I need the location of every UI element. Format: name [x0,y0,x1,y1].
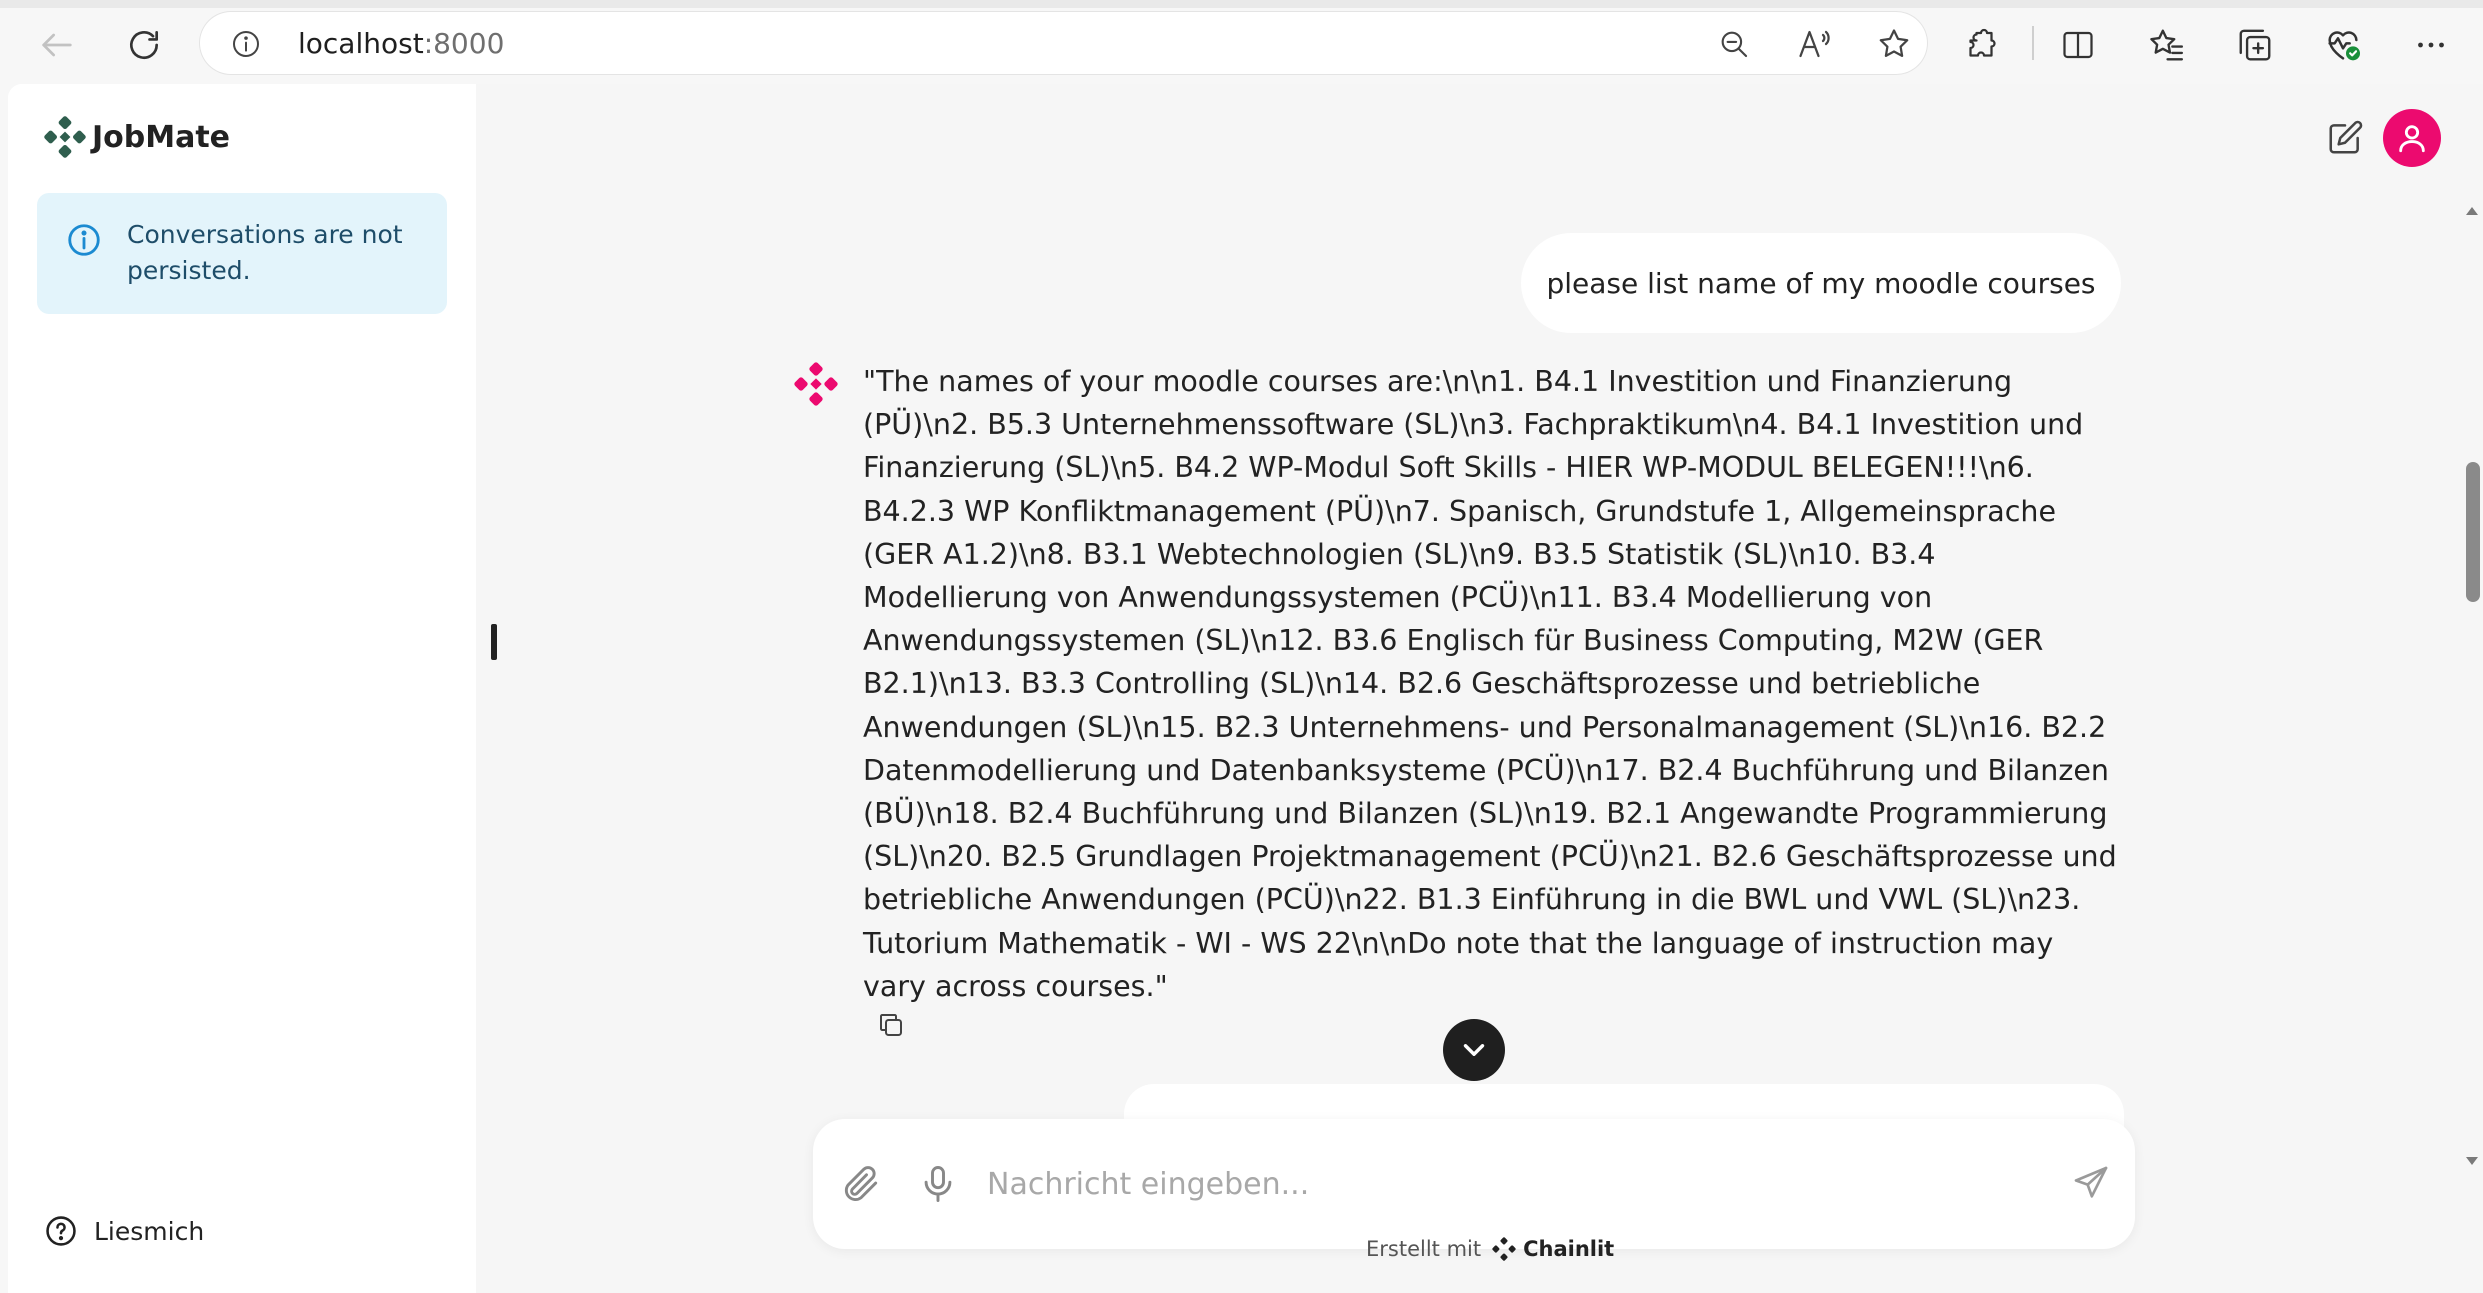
message-composer [813,1119,2135,1249]
notice-text: Conversations are not persisted. [127,220,403,285]
vertical-scrollbar[interactable] [2462,204,2482,1174]
reload-button[interactable] [121,22,167,68]
collections-button[interactable] [2232,22,2278,68]
user-icon [2399,125,2425,153]
copy-icon [880,1014,902,1036]
url-port: :8000 [423,27,505,60]
app-logo[interactable]: JobMate [42,114,230,160]
app-name: JobMate [92,119,231,155]
tab-strip [0,0,2483,8]
chevron-down-icon [1463,1044,1485,1056]
user-message: please list name of my moodle courses [1521,233,2121,333]
extensions-button[interactable] [1958,22,2004,68]
chat-area: please list name of my moodle courses "T… [476,84,2483,1293]
copy-button[interactable] [874,1008,908,1042]
footer: Erstellt mit Chainlit [1366,1236,1614,1262]
footer-prefix: Erstellt mit [1366,1237,1482,1261]
edit-icon [2329,120,2363,154]
favorites-icon [2150,29,2184,61]
info-icon [65,221,103,263]
scroll-down-arrow-icon [2466,1157,2478,1165]
help-icon [46,1216,76,1246]
jobmate-logo-icon [44,116,86,158]
star-icon[interactable] [1876,26,1912,62]
favorites-button[interactable] [2143,22,2189,68]
puzzle-icon [1969,28,1996,57]
message-input[interactable] [985,1159,1989,1209]
back-button[interactable] [34,22,80,68]
reload-icon [130,30,159,60]
sidebar-resize-handle[interactable] [491,624,497,660]
scroll-up-arrow-icon [2466,207,2478,215]
read-aloud-icon[interactable] [1796,26,1832,62]
address-bar[interactable]: localhost:8000 [200,12,1927,74]
heart-pulse-icon [2328,31,2360,61]
toolbar-separator [2032,26,2034,60]
split-screen-icon [2063,31,2093,59]
scrollbar-thumb[interactable] [2466,462,2480,602]
browser-toolbar: localhost:8000 [0,0,2483,84]
readme-label: Liesmich [94,1216,205,1246]
user-avatar[interactable] [2383,109,2441,167]
sidebar: JobMate Conversations are not persisted.… [8,84,476,1293]
more-button[interactable] [2408,22,2454,68]
health-button[interactable] [2320,22,2366,68]
url-host: localhost [298,27,424,60]
url-text[interactable]: localhost:8000 [298,27,504,60]
app-window: JobMate Conversations are not persisted.… [8,84,2483,1293]
arrow-left-icon [42,33,72,57]
info-icon[interactable] [230,28,262,64]
new-chat-button[interactable] [2321,114,2369,162]
readme-button[interactable]: Liesmich [44,1214,204,1248]
more-icon [2418,42,2444,48]
chainlit-logo-icon [1492,1237,1516,1261]
scroll-to-bottom-button[interactable] [1443,1019,1505,1081]
paperclip-icon[interactable] [839,1162,883,1210]
assistant-message: "The names of your moodle courses are:\n… [863,365,2117,1003]
persistence-notice: Conversations are not persisted. [37,193,447,314]
microphone-icon[interactable] [916,1162,960,1210]
footer-brand[interactable]: Chainlit [1523,1237,1614,1261]
user-message-text: please list name of my moodle courses [1546,266,2096,300]
assistant-avatar-icon [792,360,840,412]
split-screen-button[interactable] [2055,22,2101,68]
zoom-out-icon[interactable] [1716,26,1752,62]
collections-icon [2239,29,2271,61]
send-icon[interactable] [2071,1163,2111,1207]
